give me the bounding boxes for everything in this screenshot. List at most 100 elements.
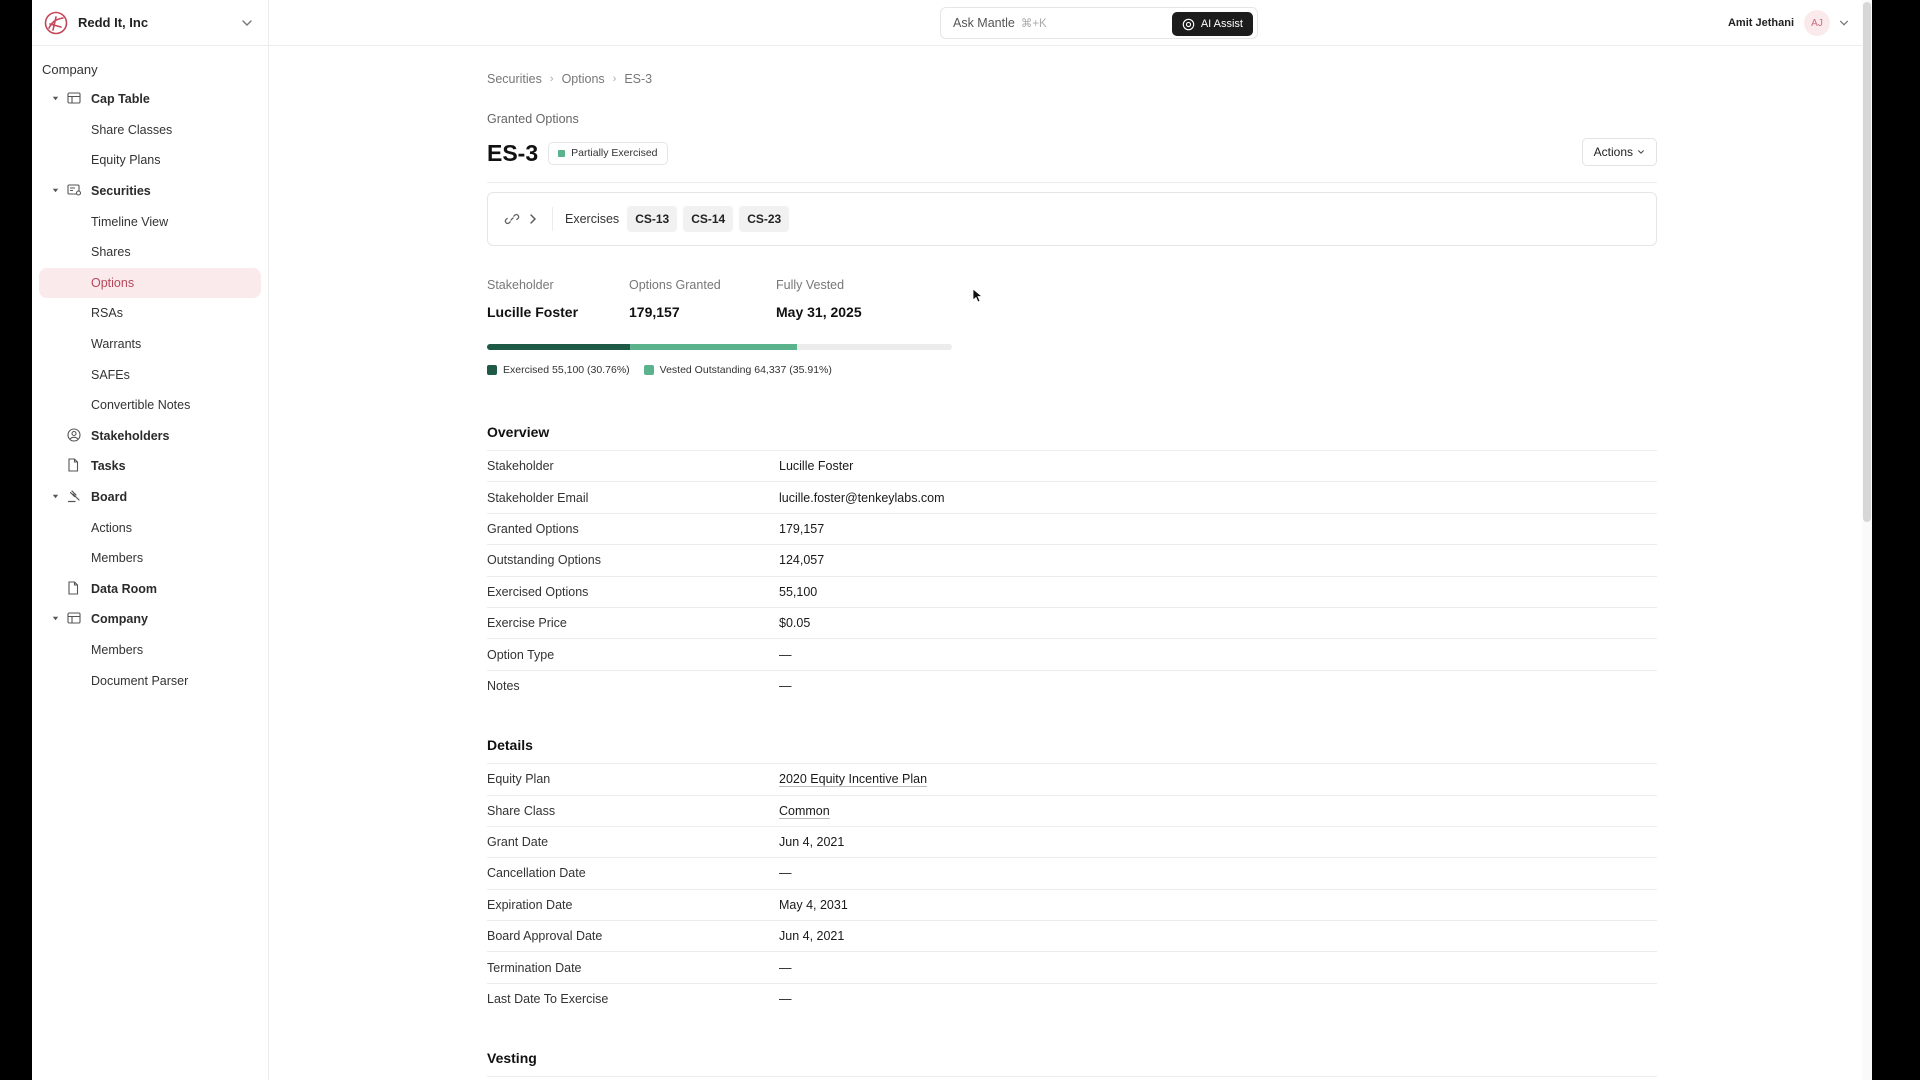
ai-assist-button[interactable]: AI Assist <box>1171 12 1253 36</box>
certificate-icon <box>67 183 83 199</box>
sidebar-nav: Company Cap Table Share Classes Equity Pla… <box>32 46 268 696</box>
stat-value: 179,157 <box>629 304 680 320</box>
chevron-down-icon <box>242 19 252 26</box>
sidebar-item-convertible-notes[interactable]: Convertible Notes <box>39 390 261 421</box>
table-row: Exercised Options 55,100 <box>487 575 1657 607</box>
field-label: Option Type <box>487 647 555 662</box>
table-icon <box>67 91 83 107</box>
table-row: Outstanding Options 124,057 <box>487 544 1657 575</box>
sidebar-item-label: Warrants <box>91 337 142 352</box>
field-value-link[interactable]: 2020 Equity Incentive Plan <box>779 772 927 786</box>
stat-value: Lucille Foster <box>487 304 579 320</box>
exercise-chip[interactable]: CS-13 <box>627 206 678 232</box>
page-scrollbar[interactable] <box>1862 0 1872 1080</box>
stat-label: Options Granted <box>629 278 721 292</box>
vesting-progress-bar <box>487 344 952 350</box>
table-row: Expiration Date May 4, 2031 <box>487 888 1657 920</box>
sidebar-item-label: Options <box>91 275 135 290</box>
sidebar-item-warrants[interactable]: Warrants <box>39 329 261 360</box>
legend-label: Exercised 55,100 (30.76%) <box>503 364 630 376</box>
field-label: Outstanding Options <box>487 553 601 568</box>
exercise-chip[interactable]: CS-23 <box>739 206 790 232</box>
sidebar-item-members[interactable]: Members <box>39 635 261 666</box>
stat-label: Fully Vested <box>776 278 845 292</box>
field-label: Termination Date <box>487 960 582 975</box>
sidebar-item-label: Timeline View <box>91 214 169 229</box>
page-scrollbar-thumb[interactable] <box>1863 2 1871 522</box>
sidebar-item-cap-table[interactable]: Cap Table <box>39 84 261 115</box>
sidebar-item-board[interactable]: Board <box>39 482 261 513</box>
ai-assist-label: AI Assist <box>1200 18 1243 30</box>
field-value: — <box>779 866 792 881</box>
user-menu[interactable]: Amit Jethani AJ <box>1728 0 1850 46</box>
mouse-cursor-icon <box>972 288 984 303</box>
sidebar-item-timeline-view[interactable]: Timeline View <box>39 206 261 237</box>
field-value: Jun 4, 2021 <box>779 835 845 850</box>
stat-value: May 31, 2025 <box>776 304 862 320</box>
table-row: Share Class Common <box>487 794 1657 826</box>
sidebar-item-share-classes[interactable]: Share Classes <box>39 115 261 146</box>
table-row: Granted Options 179,157 <box>487 512 1657 544</box>
caret-down-icon[interactable] <box>51 94 61 104</box>
caret-down-icon[interactable] <box>51 614 61 624</box>
chevron-right-icon[interactable] <box>526 212 540 226</box>
chevron-down-icon <box>1638 150 1644 154</box>
sidebar-item-label: Equity Plans <box>91 153 161 168</box>
top-bar: Ask Mantle ⌘+K AI Assist Amit Jethani AJ <box>269 0 1872 46</box>
sidebar-item-actions[interactable]: Actions <box>39 512 261 543</box>
table-row: Grant Date Jun 4, 2021 <box>487 825 1657 857</box>
sidebar-item-company[interactable]: Company <box>39 604 261 635</box>
actions-button[interactable]: Actions <box>1581 138 1657 166</box>
caret-down-icon[interactable] <box>51 186 61 196</box>
org-name: Redd It, Inc <box>78 15 149 30</box>
field-label: Last Date To Exercise <box>487 992 609 1007</box>
document-icon <box>67 581 83 597</box>
field-label: Share Class <box>487 803 556 818</box>
sidebar-item-options[interactable]: Options <box>39 267 261 299</box>
sidebar-item-rsas[interactable]: RSAs <box>39 298 261 329</box>
sidebar-item-shares[interactable]: Shares <box>39 237 261 268</box>
sidebar-item-safes[interactable]: SAFEs <box>39 359 261 390</box>
org-switcher[interactable]: Redd It, Inc <box>32 0 268 46</box>
field-value-link[interactable]: Common <box>779 804 830 818</box>
sidebar-item-label: Securities <box>91 184 151 199</box>
sidebar-item-members[interactable]: Members <box>39 543 261 574</box>
field-value: Lucille Foster <box>779 459 854 474</box>
field-label: Granted Options <box>487 521 579 536</box>
sidebar-item-securities[interactable]: Securities <box>39 176 261 207</box>
field-label: Exercise Price <box>487 616 567 631</box>
breadcrumb-options[interactable]: Options <box>562 72 605 86</box>
progress-exercised-segment <box>487 344 631 350</box>
sidebar-item-document-parser[interactable]: Document Parser <box>39 665 261 696</box>
user-name: Amit Jethani <box>1727 17 1794 29</box>
sidebar-item-data-room[interactable]: Data Room <box>39 574 261 605</box>
legend-swatch <box>643 365 654 375</box>
sidebar-item-tasks[interactable]: Tasks <box>39 451 261 482</box>
search-input[interactable]: Ask Mantle ⌘+K AI Assist <box>940 7 1258 39</box>
main-content: Securities › Options › ES-3 Granted Opti… <box>487 46 1657 1080</box>
stat-options-granted: Options Granted 179,157 <box>629 278 776 320</box>
field-label: Expiration Date <box>487 897 573 912</box>
sidebar-item-label: Document Parser <box>91 673 189 688</box>
exercise-chip[interactable]: CS-14 <box>683 206 734 232</box>
progress-vested-segment <box>630 344 797 350</box>
table-row: Board Approval Date Jun 4, 2021 <box>487 920 1657 951</box>
title-row: ES-3 Partially Exercised Actions <box>487 138 1657 168</box>
caret-down-icon[interactable] <box>51 492 61 502</box>
sidebar-item-stakeholders[interactable]: Stakeholders <box>39 421 261 452</box>
field-value: — <box>779 960 792 975</box>
field-value: 179,157 <box>779 521 825 536</box>
legend-vested-outstanding: Vested Outstanding 64,337 (35.91%) <box>643 364 832 376</box>
field-label: Stakeholder Email <box>487 490 589 505</box>
link-icon[interactable] <box>504 211 520 227</box>
document-icon <box>67 458 83 474</box>
table-row: Stakeholder Lucille Foster <box>487 450 1657 481</box>
chevron-down-icon <box>1839 20 1849 26</box>
sidebar-item-label: Members <box>91 551 144 566</box>
sidebar-item-equity-plans[interactable]: Equity Plans <box>39 145 261 176</box>
related-securities-bar: Exercises CS-13 CS-14 CS-23 <box>487 192 1657 246</box>
sidebar: Redd It, Inc Company Cap Table Share Clas… <box>32 0 269 1080</box>
ai-sparkle-icon <box>1182 18 1195 30</box>
org-logo-icon <box>44 11 68 34</box>
breadcrumb-securities[interactable]: Securities <box>487 72 542 86</box>
